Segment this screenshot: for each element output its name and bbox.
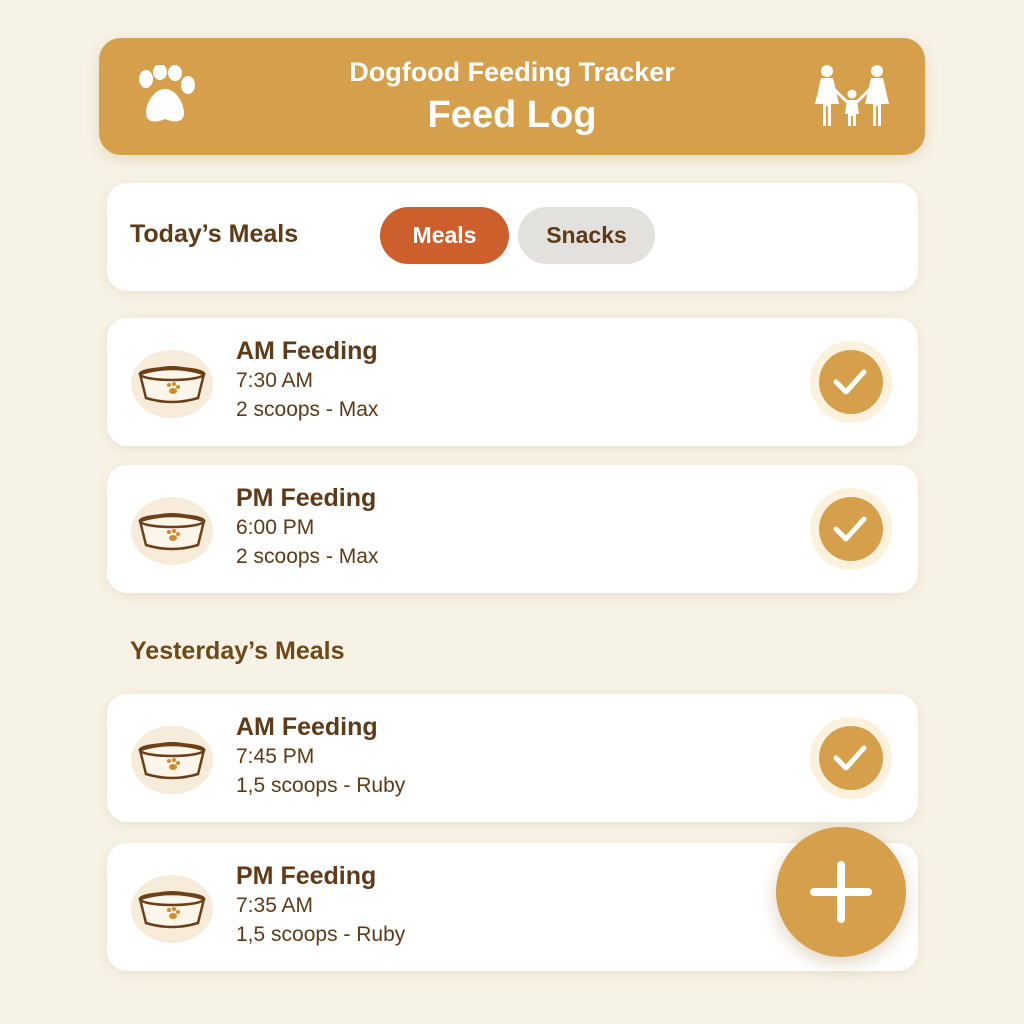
meal-time: 6:00 PM <box>236 516 315 539</box>
yesterday-section-title: Yesterday’s Meals <box>130 637 345 665</box>
meal-time: 7:35 AM <box>236 894 314 917</box>
meal-name: AM Feeding <box>236 713 378 741</box>
meal-card[interactable]: AM Feeding 7:30 AM 2 scoops - Max <box>107 318 918 446</box>
check-icon[interactable] <box>810 717 892 799</box>
meal-time: 7:30 AM <box>236 369 314 392</box>
tab-snacks[interactable]: Snacks <box>518 207 655 264</box>
check-icon[interactable] <box>810 341 892 423</box>
app-header: Dogfood Feeding Tracker Feed Log <box>99 38 925 155</box>
tab-meals[interactable]: Meals <box>380 207 509 264</box>
meal-amount: 1,5 scoops - Ruby <box>236 923 406 946</box>
check-icon[interactable] <box>810 488 892 570</box>
today-section-title: Today’s Meals <box>130 220 299 248</box>
family-icon[interactable] <box>811 64 893 130</box>
meal-amount: 2 scoops - Max <box>236 545 379 568</box>
app-name: Dogfood Feeding Tracker <box>349 57 675 87</box>
dog-bowl-icon <box>131 875 213 943</box>
today-section-header: Today’s Meals Meals Snacks <box>107 183 918 291</box>
meal-name: AM Feeding <box>236 337 378 365</box>
dog-bowl-icon <box>131 497 213 565</box>
meal-name: PM Feeding <box>236 484 377 512</box>
meal-card[interactable]: AM Feeding 7:45 PM 1,5 scoops - Ruby <box>107 694 918 822</box>
dog-bowl-icon <box>131 350 213 418</box>
plus-icon <box>810 861 872 923</box>
meal-name: PM Feeding <box>236 862 377 890</box>
meal-card[interactable]: PM Feeding 6:00 PM 2 scoops - Max <box>107 465 918 593</box>
meal-time: 7:45 PM <box>236 745 315 768</box>
add-meal-button[interactable] <box>776 827 906 957</box>
page-title: Feed Log <box>427 94 597 136</box>
dog-bowl-icon <box>131 726 213 794</box>
meal-amount: 2 scoops - Max <box>236 398 379 421</box>
meal-amount: 1,5 scoops - Ruby <box>236 774 406 797</box>
